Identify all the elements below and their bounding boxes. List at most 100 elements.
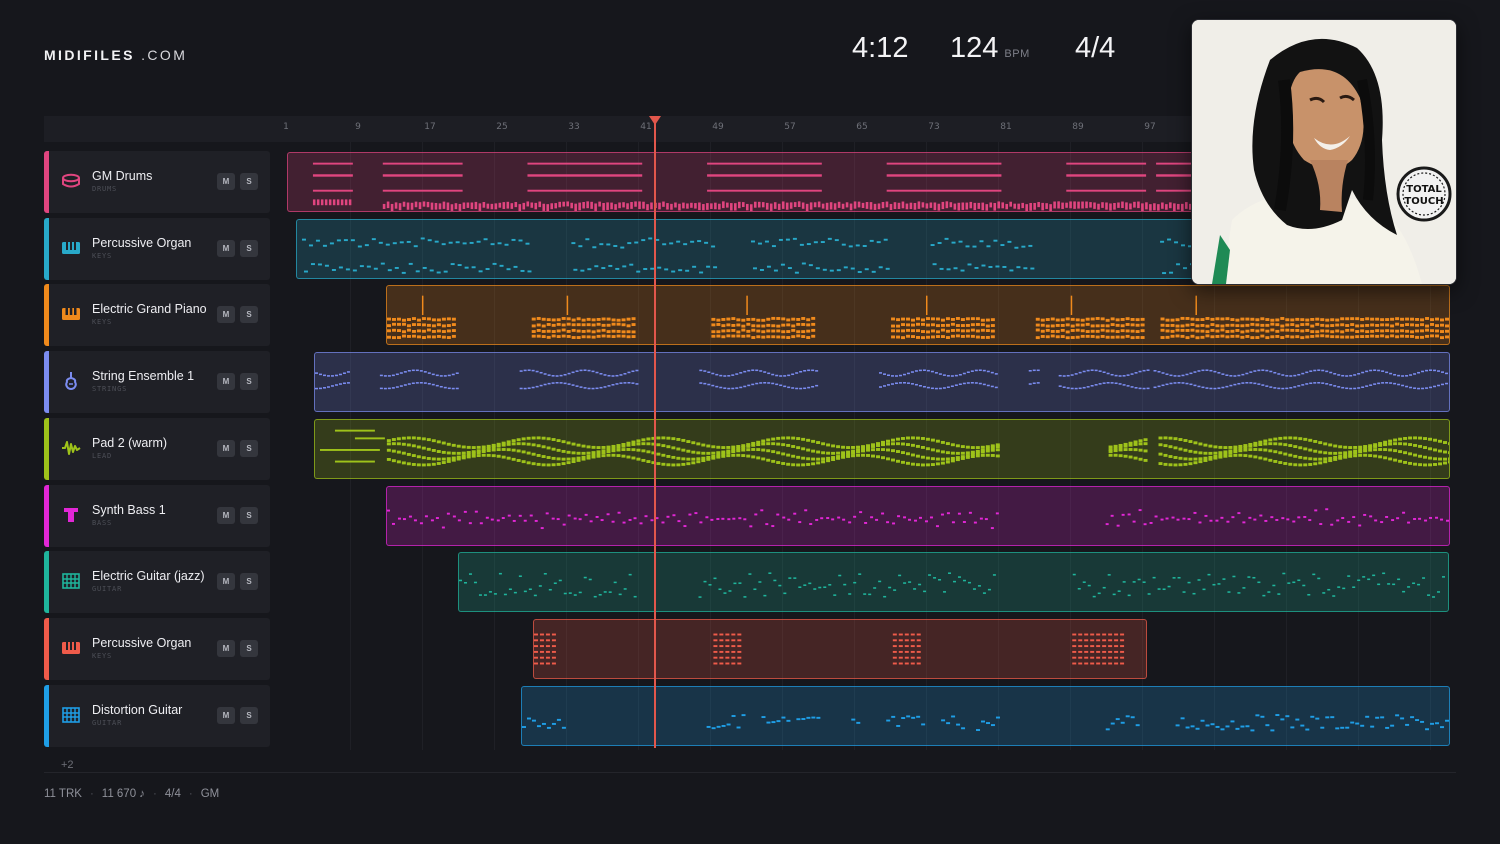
track-color-stripe — [44, 217, 49, 280]
midi-clip[interactable] — [296, 218, 1195, 279]
clip-notes — [315, 369, 1449, 390]
clip-notes — [387, 296, 1449, 340]
status-bar: 11 TRK · 11 670 ♪ · 4/4 · GM — [44, 788, 220, 800]
midi-clip[interactable] — [533, 618, 1147, 679]
guitar-fretboard-icon — [61, 571, 81, 591]
playhead-marker[interactable] — [649, 116, 661, 125]
solo-button[interactable]: S — [240, 573, 258, 591]
brand-domain: .COM — [141, 47, 188, 63]
track-category: KEYS — [92, 251, 113, 260]
brand-name: MIDIFILES — [44, 47, 135, 63]
ruler-bar-number: 25 — [496, 122, 508, 132]
solo-button[interactable]: S — [240, 506, 258, 524]
track-header[interactable]: Electric Guitar (jazz) GUITAR M S — [44, 551, 270, 614]
track-header[interactable]: Percussive Organ KEYS M S — [44, 217, 270, 280]
clip-notes — [301, 237, 1194, 274]
clip-notes — [319, 429, 1449, 467]
mute-button[interactable]: M — [217, 639, 235, 657]
bpm-unit: BPM — [1004, 48, 1030, 60]
bpm-value: 124 — [950, 32, 999, 64]
clip-notes — [522, 713, 1449, 731]
midi-clip[interactable] — [314, 418, 1450, 479]
track-color-stripe — [44, 684, 49, 747]
track-name: GM Drums — [92, 169, 153, 183]
track-header[interactable]: GM Drums DRUMS M S — [44, 151, 270, 213]
ruler-bar-number: 49 — [712, 122, 724, 132]
midi-clip[interactable] — [521, 685, 1450, 746]
solo-button[interactable]: S — [240, 439, 258, 457]
track-category: GUITAR — [92, 585, 123, 594]
ruler-bar-number: 97 — [1144, 122, 1156, 132]
track-color-stripe — [44, 351, 49, 414]
mute-button[interactable]: M — [217, 439, 235, 457]
footer-time-signature: 4/4 — [164, 788, 181, 800]
mute-button[interactable]: M — [217, 506, 235, 524]
midi-clip[interactable] — [458, 552, 1449, 613]
track-color-stripe — [44, 484, 49, 547]
solo-button[interactable]: S — [240, 306, 258, 324]
mute-button[interactable]: M — [217, 706, 235, 724]
ruler-bar-number: 33 — [568, 122, 580, 132]
note-count: 11 670 ♪ — [101, 788, 146, 800]
playhead[interactable] — [654, 122, 656, 748]
brand-logo: MIDIFILES .COM — [44, 47, 187, 63]
organ-keys-icon — [61, 638, 81, 658]
track-header[interactable]: Pad 2 (warm) LEAD M S — [44, 417, 270, 480]
mute-button[interactable]: M — [217, 573, 235, 591]
solo-button[interactable]: S — [240, 173, 258, 190]
album-cover-art: TOTAL TOUCH — [1192, 20, 1456, 284]
track-name: Percussive Organ — [92, 235, 192, 250]
more-tracks-indicator[interactable]: +2 — [61, 759, 74, 771]
badge-text-bottom: TOUCH — [1404, 196, 1443, 207]
track-count: 11 TRK — [44, 788, 82, 800]
timeline-ruler[interactable]: 1 9 17 25 33 41 49 57 65 73 81 89 97 — [44, 116, 1195, 142]
track-category: LEAD — [92, 451, 113, 460]
organ-keys-icon — [61, 238, 81, 258]
midi-clip[interactable] — [314, 352, 1450, 413]
tempo-display: 124 BPM — [950, 32, 1030, 72]
solo-button[interactable]: S — [240, 706, 258, 724]
track-category: STRINGS — [92, 385, 128, 394]
ruler-bar-number: 65 — [856, 122, 868, 132]
midi-standard: GM — [200, 788, 220, 800]
track-name: Pad 2 (warm) — [92, 435, 168, 450]
ruler-bar-number: 1 — [283, 122, 289, 132]
ruler-bar-number: 73 — [928, 122, 940, 132]
mute-button[interactable]: M — [217, 306, 235, 324]
solo-button[interactable]: S — [240, 639, 258, 657]
track-name: Percussive Organ — [92, 635, 192, 650]
track-name: Electric Guitar (jazz) — [92, 569, 205, 584]
solo-button[interactable]: S — [240, 373, 258, 391]
violin-icon — [61, 371, 81, 391]
mute-button[interactable]: M — [217, 173, 235, 190]
track-color-stripe — [44, 151, 49, 213]
track-color-stripe — [44, 417, 49, 480]
footer-divider — [44, 772, 1456, 773]
ruler-bar-number: 81 — [1000, 122, 1012, 132]
clip-notes — [534, 633, 1125, 665]
guitar-fretboard-icon — [61, 705, 81, 725]
badge-text-top: TOTAL — [1406, 184, 1442, 195]
mute-button[interactable]: M — [217, 373, 235, 391]
midi-clip[interactable] — [386, 485, 1450, 546]
track-color-stripe — [44, 551, 49, 614]
track-header[interactable]: String Ensemble 1 STRINGS M S — [44, 351, 270, 414]
track-category: DRUMS — [92, 185, 118, 193]
bass-speaker-icon — [61, 505, 81, 525]
midi-clip[interactable] — [386, 285, 1450, 346]
time-signature-display: 4/4 — [1075, 32, 1116, 64]
mute-button[interactable]: M — [217, 239, 235, 257]
piano-keys-icon — [61, 304, 81, 324]
track-category: KEYS — [92, 318, 113, 327]
track-header[interactable]: Synth Bass 1 BASS M S — [44, 484, 270, 547]
solo-button[interactable]: S — [240, 239, 258, 257]
track-header[interactable]: Percussive Organ KEYS M S — [44, 617, 270, 680]
clip-notes — [312, 162, 1192, 211]
ruler-bar-number: 89 — [1072, 122, 1084, 132]
clip-notes — [387, 507, 1449, 529]
midi-clip[interactable] — [287, 152, 1195, 212]
track-header[interactable]: Distortion Guitar GUITAR M S — [44, 684, 270, 747]
track-header[interactable]: Electric Grand Piano KEYS M S — [44, 284, 270, 347]
track-name: Distortion Guitar — [92, 702, 183, 717]
track-category: GUITAR — [92, 718, 123, 727]
